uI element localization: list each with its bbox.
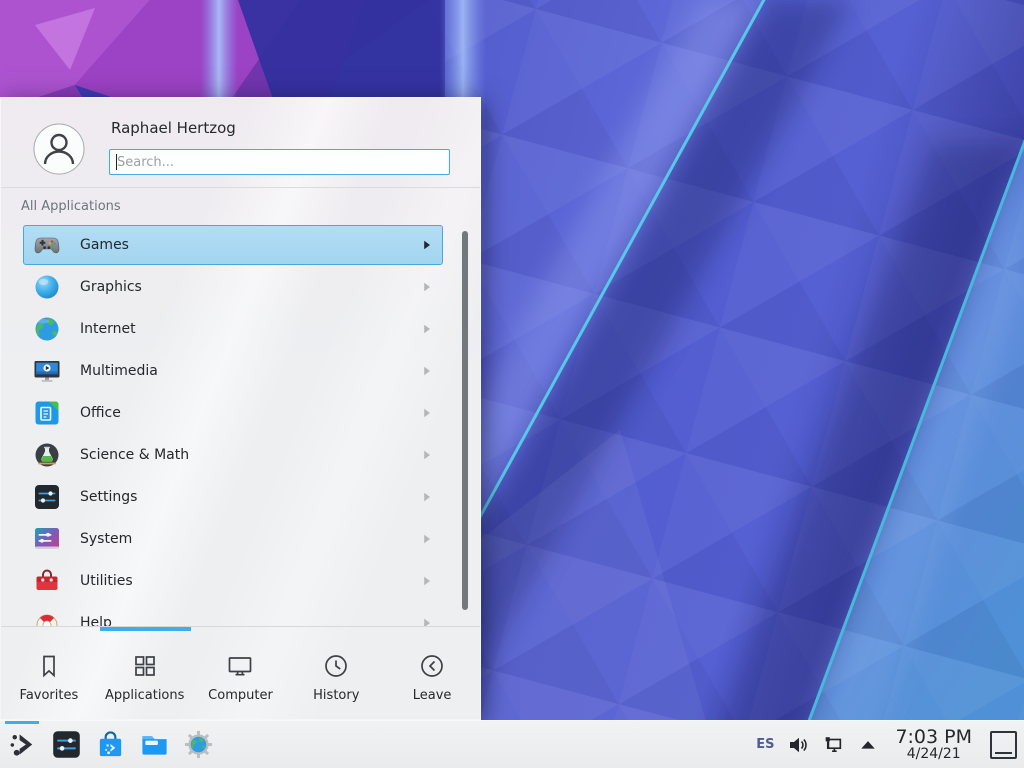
category-item-utilities[interactable]: Utilities	[23, 561, 443, 601]
games-icon	[33, 231, 61, 259]
category-list: Games Graphics Internet Multimedia Offic…	[1, 225, 480, 626]
launcher-tab-bar: Favorites Applications Computer History …	[1, 628, 480, 721]
launcher-tab-leave[interactable]: Leave	[384, 628, 480, 721]
office-icon	[33, 399, 61, 427]
volume-icon[interactable]	[787, 734, 809, 756]
discover-icon	[95, 729, 126, 760]
category-item-help[interactable]: Help	[23, 603, 443, 626]
section-label: All Applications	[21, 199, 121, 214]
launcher-tab-applications[interactable]: Applications	[97, 628, 193, 721]
submenu-arrow-icon	[423, 492, 431, 502]
system-tray: ES 7:03 PM 4/24/21	[756, 727, 1024, 763]
settings-icon	[33, 483, 61, 511]
submenu-arrow-icon	[423, 240, 431, 250]
submenu-arrow-icon	[423, 618, 431, 626]
file-manager-button[interactable]	[132, 721, 176, 768]
network-icon[interactable]	[822, 734, 844, 756]
web-browser-button[interactable]	[176, 721, 220, 768]
help-icon	[33, 609, 61, 626]
graphics-icon	[33, 273, 61, 301]
taskbar: ES 7:03 PM 4/24/21	[0, 720, 1024, 768]
submenu-arrow-icon	[423, 408, 431, 418]
category-item-science-math[interactable]: Science & Math	[23, 435, 443, 475]
category-item-multimedia[interactable]: Multimedia	[23, 351, 443, 391]
user-avatar[interactable]	[33, 123, 85, 175]
user-icon	[33, 123, 85, 175]
header-separator	[1, 187, 480, 188]
active-task-indicator	[5, 721, 39, 724]
computer-icon	[225, 651, 255, 681]
category-item-graphics[interactable]: Graphics	[23, 267, 443, 307]
tray-icons	[787, 734, 879, 756]
system-icon	[33, 525, 61, 553]
launcher-tab-history[interactable]: History	[288, 628, 384, 721]
dolphin-icon	[139, 729, 170, 760]
user-name: Raphael Hertzog	[111, 119, 236, 137]
multimedia-icon	[33, 357, 61, 385]
leave-icon	[417, 651, 447, 681]
applications-icon	[130, 651, 160, 681]
application-launcher-popup: Raphael Hertzog All Applications Games G…	[0, 97, 481, 720]
submenu-arrow-icon	[423, 282, 431, 292]
network-icon	[822, 734, 844, 756]
category-item-office[interactable]: Office	[23, 393, 443, 433]
science-icon	[33, 441, 61, 469]
expand-tray-icon	[857, 734, 879, 756]
application-launcher-button[interactable]	[0, 721, 44, 768]
volume-icon	[787, 734, 809, 756]
clock-date: 4/24/21	[895, 747, 972, 762]
discover-button[interactable]	[88, 721, 132, 768]
internet-icon	[33, 315, 61, 343]
history-icon	[321, 651, 351, 681]
launcher-header: Raphael Hertzog	[1, 98, 480, 187]
utilities-icon	[33, 567, 61, 595]
kickoff-icon	[7, 729, 38, 760]
favorites-icon	[34, 651, 64, 681]
tabbar-separator	[1, 626, 480, 627]
system-settings-button[interactable]	[44, 721, 88, 768]
submenu-arrow-icon	[423, 576, 431, 586]
category-item-system[interactable]: System	[23, 519, 443, 559]
keyboard-layout-indicator[interactable]: ES	[756, 737, 774, 752]
launcher-tab-computer[interactable]: Computer	[193, 628, 289, 721]
expand-tray-icon[interactable]	[857, 734, 879, 756]
launcher-tab-favorites[interactable]: Favorites	[1, 628, 97, 721]
clock-time: 7:03 PM	[895, 727, 972, 748]
system-settings-icon	[51, 729, 82, 760]
konqueror-icon	[183, 729, 214, 760]
category-item-settings[interactable]: Settings	[23, 477, 443, 517]
scrollbar-handle[interactable]	[462, 231, 468, 610]
submenu-arrow-icon	[423, 534, 431, 544]
taskbar-apps	[0, 721, 220, 768]
category-item-internet[interactable]: Internet	[23, 309, 443, 349]
digital-clock[interactable]: 7:03 PM 4/24/21	[892, 727, 975, 763]
category-item-games[interactable]: Games	[23, 225, 443, 265]
peek-desktop-button[interactable]	[990, 731, 1017, 759]
text-caret	[116, 154, 117, 170]
submenu-arrow-icon	[423, 324, 431, 334]
submenu-arrow-icon	[423, 450, 431, 460]
submenu-arrow-icon	[423, 366, 431, 376]
search-input[interactable]	[109, 149, 450, 175]
